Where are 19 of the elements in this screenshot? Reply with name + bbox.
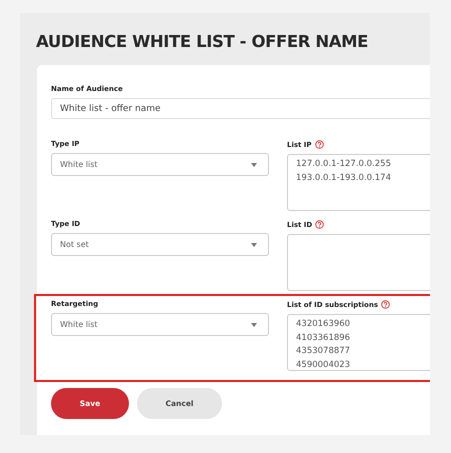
caret-icon <box>251 242 257 246</box>
help-icon[interactable] <box>314 140 324 149</box>
list-entry: 4590004023 <box>296 358 352 370</box>
list-entry: 4103361896 <box>296 332 352 344</box>
text-area[interactable]: 4320163960 4103361896 4353078877 4590004023 <box>287 314 430 371</box>
list-entry: 127.0.0.1-127.0.0.255 <box>296 158 392 171</box>
dropdown[interactable]: Not set <box>51 233 269 256</box>
dropdown[interactable]: White list <box>51 313 269 336</box>
text-area[interactable]: 127.0.0.1-127.0.0.255 193.0.0.1-193.0.0.174 <box>287 154 430 211</box>
list-entry: 4353078877 <box>296 345 352 358</box>
list-entry: 193.0.0.1-193.0.0.174 <box>296 172 392 184</box>
caret-icon <box>251 162 257 166</box>
list-entry: 4320163960 <box>296 318 352 331</box>
caret-icon <box>251 322 257 326</box>
help-icon[interactable] <box>381 300 390 309</box>
page-title: AUDIENCE WHITE LIST - OFFER NAME <box>35 31 370 53</box>
name-input-field[interactable]: White list - offer name <box>51 98 430 119</box>
dropdown[interactable]: White list <box>51 153 269 176</box>
help-icon[interactable] <box>315 220 324 229</box>
